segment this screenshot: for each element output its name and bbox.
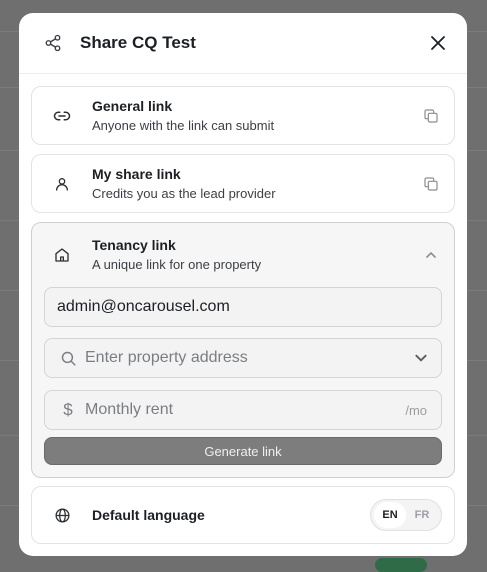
language-option-fr[interactable]: FR (406, 502, 438, 528)
address-placeholder: Enter property address (85, 349, 248, 366)
modal-title: Share CQ Test (80, 33, 196, 52)
default-language-card: Default language EN FR (31, 486, 455, 544)
user-icon (52, 174, 72, 194)
background-button (375, 558, 427, 572)
my-share-link-title: My share link (92, 165, 181, 182)
copy-general-link-button[interactable] (420, 105, 442, 127)
tenancy-link-subtitle: A unique link for one property (92, 257, 262, 272)
rent-placeholder: Monthly rent (85, 401, 174, 418)
copy-icon (424, 176, 438, 191)
close-icon (431, 36, 445, 50)
property-address-select[interactable]: Enter property address (44, 338, 442, 378)
tenancy-link-title: Tenancy link (92, 237, 176, 253)
share-modal: Share CQ Test General link Anyone with t… (19, 13, 467, 556)
copy-icon (424, 108, 438, 123)
copy-my-share-link-button[interactable] (420, 173, 442, 195)
my-share-link-card[interactable]: My share link Credits you as the lead pr… (31, 154, 455, 213)
language-option-en[interactable]: EN (374, 502, 406, 528)
home-icon (52, 245, 72, 265)
tenancy-link-card: Tenancy link A unique link for one prope… (31, 222, 455, 478)
general-link-subtitle: Anyone with the link can submit (92, 117, 275, 133)
default-language-label: Default language (92, 507, 205, 523)
tenancy-link-header[interactable]: Tenancy link A unique link for one prope… (32, 227, 454, 283)
general-link-title: General link (92, 97, 173, 114)
language-toggle: EN FR (370, 499, 442, 531)
globe-icon (52, 505, 72, 525)
link-icon (52, 106, 72, 126)
modal-header: Share CQ Test (19, 13, 467, 74)
search-icon (59, 349, 77, 367)
general-link-card[interactable]: General link Anyone with the link can su… (31, 86, 455, 145)
chevron-down-icon (413, 350, 429, 366)
chevron-up-icon (426, 251, 436, 258)
collapse-tenancy-button[interactable] (420, 244, 442, 266)
close-button[interactable] (425, 30, 451, 56)
my-share-link-subtitle: Credits you as the lead provider (92, 185, 276, 201)
share-icon (43, 33, 63, 53)
monthly-rent-input[interactable]: $ Monthly rent /mo (44, 390, 442, 430)
dollar-icon: $ (63, 400, 73, 419)
generate-link-button[interactable]: Generate link (44, 437, 442, 465)
rent-suffix: /mo (405, 402, 427, 418)
email-value: admin@oncarousel.com (57, 298, 230, 315)
email-field[interactable]: admin@oncarousel.com (44, 287, 442, 327)
